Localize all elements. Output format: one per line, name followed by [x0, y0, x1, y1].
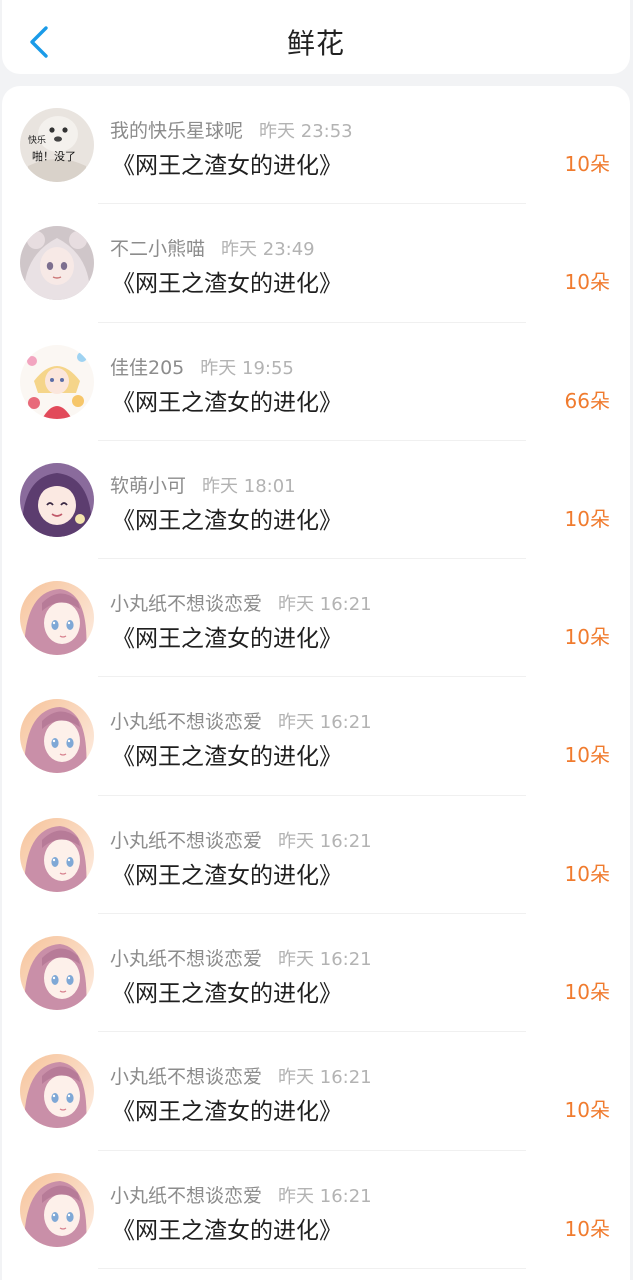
user-name[interactable]: 小丸纸不想谈恋爱: [110, 1066, 262, 1088]
flower-amount: 66朵: [564, 388, 610, 413]
svg-text:快乐: 快乐: [28, 134, 46, 146]
user-name[interactable]: 小丸纸不想谈恋爱: [110, 711, 262, 733]
name-line: 小丸纸不想谈恋爱 昨天 16:21: [110, 589, 372, 616]
book-title[interactable]: 《网王之渣女的进化》: [112, 1211, 342, 1245]
flower-list: 快乐 啪！没了 我的快乐星球呢 昨天 23:53 《网王之渣女的进化》 10朵 不…: [2, 86, 630, 1280]
flower-amount: 10朵: [564, 506, 610, 531]
avatar[interactable]: [20, 462, 94, 537]
book-title[interactable]: 《网王之渣女的进化》: [112, 383, 342, 417]
name-line: 小丸纸不想谈恋爱 昨天 16:21: [110, 944, 372, 971]
book-title[interactable]: 《网王之渣女的进化》: [112, 1092, 342, 1126]
svg-text:啪！没了: 啪！没了: [32, 149, 76, 163]
timestamp: 昨天 23:53: [259, 121, 353, 142]
user-name[interactable]: 佳佳205: [110, 357, 184, 379]
list-item[interactable]: 佳佳205 昨天 19:55 《网王之渣女的进化》 66朵: [2, 323, 630, 442]
name-line: 佳佳205 昨天 19:55: [110, 353, 294, 380]
book-title[interactable]: 《网王之渣女的进化》: [112, 501, 342, 535]
book-title[interactable]: 《网王之渣女的进化》: [112, 264, 342, 298]
avatar[interactable]: [20, 699, 94, 774]
timestamp: 昨天 16:21: [278, 594, 372, 616]
avatar[interactable]: [20, 226, 94, 301]
name-line: 不二小熊喵 昨天 23:49: [110, 234, 315, 261]
book-title[interactable]: 《网王之渣女的进化》: [112, 146, 342, 180]
flower-amount: 10朵: [564, 1098, 610, 1123]
timestamp: 昨天 16:21: [278, 1185, 372, 1207]
user-name[interactable]: 我的快乐星球呢: [110, 120, 243, 142]
flower-amount: 10朵: [564, 1216, 610, 1241]
page-title: 鲜花: [286, 27, 345, 60]
book-title[interactable]: 《网王之渣女的进化》: [112, 856, 342, 890]
avatar[interactable]: [20, 581, 94, 656]
book-title[interactable]: 《网王之渣女的进化》: [112, 619, 342, 653]
avatar[interactable]: [20, 344, 94, 419]
timestamp: 昨天 19:55: [200, 357, 294, 379]
avatar[interactable]: [20, 936, 94, 1011]
list-item[interactable]: 小丸纸不想谈恋爱 昨天 16:21 《网王之渣女的进化》 10朵: [2, 796, 630, 915]
avatar[interactable]: [20, 817, 94, 892]
user-name[interactable]: 软萌小可: [110, 475, 186, 497]
list-item[interactable]: 小丸纸不想谈恋爱 昨天 16:21 《网王之渣女的进化》 10朵: [2, 1151, 630, 1270]
flower-amount: 10朵: [564, 980, 610, 1005]
user-name[interactable]: 不二小熊喵: [110, 238, 205, 260]
name-line: 小丸纸不想谈恋爱 昨天 16:21: [110, 826, 372, 853]
list-item[interactable]: 软萌小可 昨天 18:01 《网王之渣女的进化》 10朵: [2, 441, 630, 560]
user-name[interactable]: 小丸纸不想谈恋爱: [110, 948, 262, 970]
flower-amount: 10朵: [564, 152, 610, 176]
flower-amount: 10朵: [564, 861, 610, 886]
list-item[interactable]: 快乐 啪！没了 我的快乐星球呢 昨天 23:53 《网王之渣女的进化》 10朵: [2, 86, 630, 205]
list-item[interactable]: 不二小熊喵 昨天 23:49 《网王之渣女的进化》 10朵: [2, 204, 630, 323]
timestamp: 昨天 18:01: [202, 475, 296, 497]
name-line: 软萌小可 昨天 18:01: [110, 471, 296, 498]
timestamp: 昨天 23:49: [221, 239, 315, 261]
nav-bar: 鲜花: [2, 0, 630, 74]
user-name[interactable]: 小丸纸不想谈恋爱: [110, 830, 262, 852]
book-title[interactable]: 《网王之渣女的进化》: [112, 737, 342, 771]
name-line: 我的快乐星球呢 昨天 23:53: [110, 116, 353, 143]
flower-amount: 10朵: [564, 743, 610, 768]
name-line: 小丸纸不想谈恋爱 昨天 16:21: [110, 1062, 372, 1089]
list-item[interactable]: 小丸纸不想谈恋爱 昨天 16:21 《网王之渣女的进化》 10朵: [2, 559, 630, 678]
timestamp: 昨天 16:21: [278, 1067, 372, 1089]
name-line: 小丸纸不想谈恋爱 昨天 16:21: [110, 1181, 372, 1208]
name-line: 小丸纸不想谈恋爱 昨天 16:21: [110, 707, 372, 734]
user-name[interactable]: 小丸纸不想谈恋爱: [110, 593, 262, 615]
timestamp: 昨天 16:21: [278, 949, 372, 971]
flower-amount: 10朵: [564, 270, 610, 295]
user-name[interactable]: 小丸纸不想谈恋爱: [110, 1185, 262, 1207]
list-item[interactable]: 小丸纸不想谈恋爱 昨天 16:21 《网王之渣女的进化》 10朵: [2, 1032, 630, 1151]
list-item[interactable]: 小丸纸不想谈恋爱 昨天 16:21 《网王之渣女的进化》 10朵: [2, 677, 630, 797]
timestamp: 昨天 16:21: [278, 830, 372, 852]
avatar[interactable]: [20, 1172, 94, 1247]
avatar[interactable]: 快乐 啪！没了: [20, 108, 94, 182]
flower-amount: 10朵: [564, 625, 610, 650]
timestamp: 昨天 16:21: [278, 712, 372, 734]
list-item[interactable]: 小丸纸不想谈恋爱 昨天 16:21 《网王之渣女的进化》 10朵: [2, 914, 630, 1033]
book-title[interactable]: 《网王之渣女的进化》: [112, 974, 342, 1008]
avatar[interactable]: [20, 1054, 94, 1129]
